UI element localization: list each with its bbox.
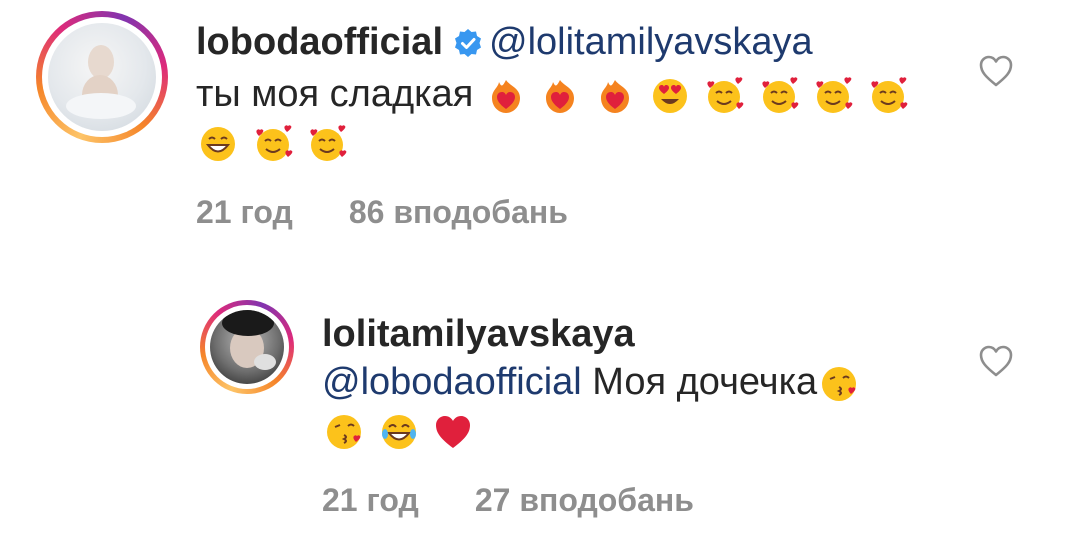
comment-message: ты моя сладкая [196,73,474,115]
kissing-face-emoji [822,366,857,401]
emoji-row [484,73,910,115]
comment-meta: 21 год 86 вподобань [196,192,956,232]
heart-outline-icon[interactable] [978,344,1014,378]
comment-meta: 21 год 27 вподобань [322,480,962,520]
smiling-face-with-hearts-emoji [255,125,292,161]
comment-header: lolitamilyavskaya [322,310,962,358]
reply-item: lolitamilyavskaya @lobodaofficial Моя до… [0,296,1080,534]
comment-text: @lobodaofficial Моя дочечка [322,358,962,406]
smiling-face-with-hearts-emoji [762,77,799,113]
comment-text-continued [322,406,962,454]
heart-on-fire-emoji [601,79,630,113]
red-heart-emoji [436,415,471,448]
likes-count[interactable]: 27 вподобань [475,482,694,518]
comment-time[interactable]: 21 год [322,482,419,518]
username[interactable]: lolitamilyavskaya [322,313,635,355]
comment-text-continued [196,118,956,166]
smiling-face-with-hearts-emoji [707,77,744,113]
comment-body: lobodaofficial @lolitamilyavskaya ты моя … [196,18,956,232]
comment-message: Моя дочечка [592,361,818,403]
smiling-face-with-hearts-emoji [871,77,908,113]
username[interactable]: lobodaofficial [196,21,443,63]
mention-link[interactable]: @lolitamilyavskaya [489,21,813,63]
comment-body: lolitamilyavskaya @lobodaofficial Моя до… [322,310,962,520]
comment-header: lobodaofficial @lolitamilyavskaya [196,18,956,70]
heart-on-fire-emoji [491,79,520,113]
likes-count[interactable]: 86 вподобань [349,194,568,230]
mention-link[interactable]: @lobodaofficial [322,361,582,403]
smiling-face-with-hearts-emoji [816,77,853,113]
heart-eyes-emoji [652,78,687,113]
grinning-face-emoji [201,126,235,161]
heart-outline-icon[interactable] [978,54,1014,88]
verified-badge-icon [453,22,483,70]
comment-time[interactable]: 21 год [196,194,293,230]
tears-of-joy-emoji [381,414,416,449]
heart-on-fire-emoji [546,79,575,113]
comment-item: lobodaofficial @lolitamilyavskaya ты моя … [0,0,1080,260]
kissing-face-emoji [327,414,361,449]
comment-text: ты моя сладкая [196,70,956,118]
avatar[interactable] [210,310,284,384]
avatar[interactable] [48,23,156,131]
smiling-face-with-hearts-emoji [310,125,347,161]
